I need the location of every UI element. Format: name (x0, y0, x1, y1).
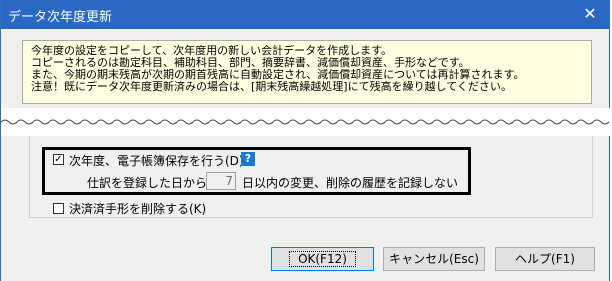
help-button[interactable]: ヘルプ(F1) (495, 247, 595, 271)
e-book-label[interactable]: 次年度、電子帳簿保存を行う(D) (69, 152, 244, 169)
window-title: データ次年度更新 (8, 10, 113, 25)
record-days-suffix: 日以内の変更、削除の履歴を記録しない (242, 176, 459, 190)
ok-button-label: OK(F12) (289, 251, 356, 267)
notice-line: 注意！既にデータ次年度更新済みの場合は、[期末残高繰越処理]にて残高を繰り越して… (31, 81, 512, 93)
notice-line: また、今期の期末残高が次期の期首残高に自動設定され、減価償却資産については再計算… (31, 69, 525, 81)
notice-line: コピーされるのは勘定科目、補助科目、部門、摘要辞書、減価償却資産、手形などです。 (31, 57, 470, 69)
close-icon[interactable]: ✕ (577, 2, 603, 26)
wavy-line-icon (1, 119, 610, 125)
cancel-button[interactable]: キャンセル(Esc) (383, 247, 485, 271)
record-days-prefix: 仕訳を登録した日から (87, 176, 208, 190)
ok-button[interactable]: OK(F12) (271, 247, 374, 271)
e-book-checkbox[interactable]: ✓ (53, 154, 64, 165)
help-question-icon[interactable]: ? (241, 152, 255, 166)
days-input[interactable]: 7 (206, 172, 236, 190)
delete-bills-checkbox[interactable] (53, 203, 64, 214)
title-bar[interactable]: データ次年度更新 ✕ (1, 0, 609, 29)
dialog-window: データ次年度更新 ✕ 今年度の設定をコピーして、次年度用の新しい会計データを作成… (0, 0, 611, 281)
torn-edge-divider (1, 108, 611, 136)
delete-bills-label[interactable]: 決済済手形を削除する(K) (69, 200, 206, 217)
info-notice: 今年度の設定をコピーして、次年度用の新しい会計データを作成します。 コピーされる… (22, 40, 592, 104)
notice-line: 今年度の設定をコピーして、次年度用の新しい会計データを作成します。 (31, 45, 393, 57)
